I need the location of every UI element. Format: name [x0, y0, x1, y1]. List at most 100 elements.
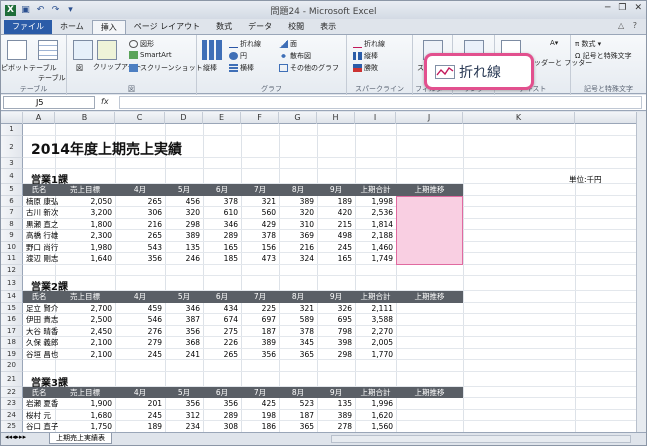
- value-cell[interactable]: 276: [115, 326, 165, 338]
- value-cell[interactable]: 674: [203, 314, 241, 326]
- pivot-table-button[interactable]: ピボットテーブル: [1, 63, 57, 73]
- row-header[interactable]: 15: [1, 302, 23, 314]
- value-cell[interactable]: 1,750: [55, 421, 115, 432]
- value-cell[interactable]: 245: [115, 410, 165, 422]
- table-icon[interactable]: [38, 40, 58, 60]
- column-header-i[interactable]: I: [355, 112, 396, 124]
- value-cell[interactable]: 2,111: [355, 303, 396, 315]
- value-cell[interactable]: 3,588: [355, 314, 396, 326]
- value-cell[interactable]: 546: [115, 314, 165, 326]
- row-header[interactable]: 2: [1, 135, 23, 158]
- value-cell[interactable]: 378: [203, 196, 241, 208]
- value-cell[interactable]: 2,188: [355, 230, 396, 242]
- value-cell[interactable]: 165: [317, 253, 355, 265]
- tab-data[interactable]: データ: [240, 20, 280, 34]
- value-cell[interactable]: 245: [115, 349, 165, 361]
- value-cell[interactable]: 201: [115, 398, 165, 410]
- line-sparkline-callout[interactable]: 折れ線: [424, 53, 534, 90]
- value-cell[interactable]: 523: [279, 398, 317, 410]
- value-cell[interactable]: 1,640: [55, 253, 115, 265]
- value-cell[interactable]: 356: [241, 349, 279, 361]
- value-cell[interactable]: 1,900: [55, 398, 115, 410]
- value-cell[interactable]: 265: [115, 196, 165, 208]
- row-header[interactable]: 17: [1, 325, 23, 337]
- column-header-d[interactable]: D: [165, 112, 203, 124]
- value-cell[interactable]: 1,996: [355, 398, 396, 410]
- value-cell[interactable]: 543: [115, 242, 165, 254]
- value-cell[interactable]: 156: [241, 242, 279, 254]
- value-cell[interactable]: 346: [203, 219, 241, 231]
- pie-chart-button[interactable]: 円: [229, 51, 247, 61]
- value-cell[interactable]: 1,800: [55, 219, 115, 231]
- row-header[interactable]: 4: [1, 169, 23, 184]
- name-cell[interactable]: 岩瀬 夏香: [26, 398, 58, 410]
- value-cell[interactable]: 1,814: [355, 219, 396, 231]
- value-cell[interactable]: 187: [241, 326, 279, 338]
- value-cell[interactable]: 1,980: [55, 242, 115, 254]
- column-header-c[interactable]: C: [115, 112, 165, 124]
- name-cell[interactable]: 久保 義郎: [26, 337, 58, 349]
- fx-icon[interactable]: fx: [101, 97, 109, 106]
- tab-formulas[interactable]: 数式: [208, 20, 240, 34]
- value-cell[interactable]: 226: [203, 337, 241, 349]
- value-cell[interactable]: 215: [317, 219, 355, 231]
- value-cell[interactable]: 298: [317, 349, 355, 361]
- row-header[interactable]: 16: [1, 314, 23, 326]
- value-cell[interactable]: 225: [241, 303, 279, 315]
- column-header-g[interactable]: G: [279, 112, 317, 124]
- value-cell[interactable]: 189: [115, 421, 165, 432]
- area-chart-button[interactable]: 面: [279, 39, 297, 49]
- name-cell[interactable]: 楠原 康弘: [26, 196, 58, 208]
- value-cell[interactable]: 289: [203, 230, 241, 242]
- value-cell[interactable]: 368: [165, 337, 203, 349]
- column-chart-button[interactable]: 縦棒: [203, 63, 217, 73]
- row-header[interactable]: 21: [1, 371, 23, 387]
- value-cell[interactable]: 389: [165, 230, 203, 242]
- value-cell[interactable]: 345: [279, 337, 317, 349]
- smartart-button[interactable]: SmartArt: [129, 51, 172, 59]
- value-cell[interactable]: 1,460: [355, 242, 396, 254]
- value-cell[interactable]: 278: [317, 421, 355, 432]
- bar-chart-button[interactable]: 横棒: [229, 63, 254, 73]
- value-cell[interactable]: 279: [115, 337, 165, 349]
- row-header[interactable]: 23: [1, 398, 23, 410]
- value-cell[interactable]: 135: [165, 242, 203, 254]
- name-cell[interactable]: 野口 尚行: [26, 242, 58, 254]
- value-cell[interactable]: 560: [241, 207, 279, 219]
- name-cell[interactable]: 足立 賢介: [26, 303, 58, 315]
- value-cell[interactable]: 378: [241, 230, 279, 242]
- value-cell[interactable]: 1,680: [55, 410, 115, 422]
- name-box[interactable]: J5: [3, 96, 95, 109]
- value-cell[interactable]: 189: [317, 196, 355, 208]
- value-cell[interactable]: 2,500: [55, 314, 115, 326]
- row-header[interactable]: 3: [1, 157, 23, 169]
- select-all-corner[interactable]: [1, 112, 23, 124]
- row-header[interactable]: 20: [1, 360, 23, 372]
- wordart-icon[interactable]: A▾: [550, 39, 558, 47]
- value-cell[interactable]: 275: [203, 326, 241, 338]
- value-cell[interactable]: 389: [241, 337, 279, 349]
- row-header[interactable]: 18: [1, 337, 23, 349]
- value-cell[interactable]: 365: [279, 421, 317, 432]
- clipart-icon[interactable]: [97, 40, 117, 60]
- tab-review[interactable]: 校閲: [280, 20, 312, 34]
- value-cell[interactable]: 265: [115, 230, 165, 242]
- value-cell[interactable]: 389: [279, 196, 317, 208]
- row-header[interactable]: 19: [1, 348, 23, 360]
- name-cell[interactable]: 黒瀬 直之: [26, 219, 58, 231]
- name-cell[interactable]: 高橋 行雄: [26, 230, 58, 242]
- row-header[interactable]: 9: [1, 230, 23, 242]
- value-cell[interactable]: 498: [317, 230, 355, 242]
- value-cell[interactable]: 3,200: [55, 207, 115, 219]
- value-cell[interactable]: 589: [279, 314, 317, 326]
- value-cell[interactable]: 2,700: [55, 303, 115, 315]
- value-cell[interactable]: 246: [165, 253, 203, 265]
- value-cell[interactable]: 2,270: [355, 326, 396, 338]
- sheet-nav-icon[interactable]: ◂◂◂▸▸▸: [5, 433, 26, 441]
- value-cell[interactable]: 2,100: [55, 349, 115, 361]
- value-cell[interactable]: 473: [241, 253, 279, 265]
- value-cell[interactable]: 378: [279, 326, 317, 338]
- row-header[interactable]: 14: [1, 291, 23, 303]
- value-cell[interactable]: 321: [241, 196, 279, 208]
- restore-icon[interactable]: ❐: [618, 3, 626, 13]
